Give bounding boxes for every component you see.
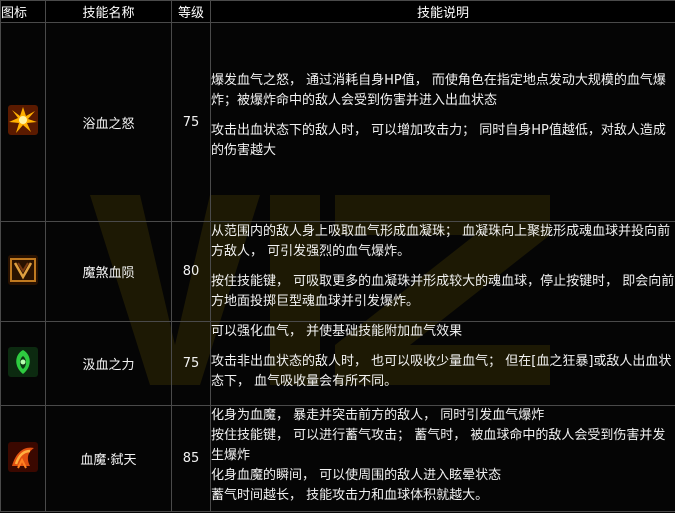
skill-name: 浴血之怒 — [45, 22, 172, 222]
table-row: 汲血之力 75 可以强化血气， 并使基础技能附加血气效果 攻击非出血状态的敌人时… — [0, 321, 675, 406]
explosion-burst-icon — [8, 105, 38, 135]
blood-crystal-icon — [8, 254, 38, 285]
header-description: 技能说明 — [210, 0, 675, 23]
table-row: 血魔·弑天 85 化身为血魔， 暴走并突击前方的敌人， 同时引发血气爆炸 按住技… — [0, 405, 675, 512]
skills-table: 图标 技能名称 等级 技能说明 浴血之怒 75 爆发血气之怒， 通过消耗自身HP… — [0, 0, 675, 512]
description-paragraph: 按住技能键， 可以进行蓄气攻击； 蓄气时， 被血球命中的敌人会受到伤害并发生爆炸 — [211, 428, 666, 463]
green-aura-icon — [8, 346, 38, 377]
table-row: 魔煞血陨 80 从范围内的敌人身上吸取血气形成血凝珠； 血凝珠向上聚拢形成魂血球… — [0, 221, 675, 322]
skill-description: 化身为血魔， 暴走并突击前方的敌人， 同时引发血气爆炸 按住技能键， 可以进行蓄… — [210, 405, 675, 512]
description-paragraph: 爆发血气之怒， 通过消耗自身HP值， 而使角色在指定地点发动大规模的血气爆炸；被… — [211, 73, 666, 108]
description-paragraph: 化身血魔的瞬间， 可以使周围的敌人进入眩晕状态 — [211, 468, 502, 483]
skill-name: 血魔·弑天 — [45, 405, 172, 512]
description-paragraph: 按住技能键， 可吸取更多的血凝珠并形成较大的魂血球，停止按键时， 即会向前方地面… — [211, 274, 675, 309]
blood-demon-icon — [8, 441, 38, 472]
description-paragraph: 蓄气时间越长， 技能攻击力和血球体积就越大。 — [211, 488, 489, 503]
header-skill-name: 技能名称 — [45, 0, 172, 23]
skill-name: 魔煞血陨 — [45, 221, 172, 322]
skill-description: 爆发血气之怒， 通过消耗自身HP值， 而使角色在指定地点发动大规模的血气爆炸；被… — [210, 22, 675, 222]
description-paragraph: 攻击出血状态下的敌人时， 可以增加攻击力； 同时自身HP值越低，对敌人造成的伤害… — [211, 123, 666, 158]
header-level: 等级 — [171, 0, 211, 23]
table-header-row: 图标 技能名称 等级 技能说明 — [0, 0, 675, 23]
skill-level: 85 — [171, 405, 211, 512]
description-paragraph: 化身为血魔， 暴走并突击前方的敌人， 同时引发血气爆炸 — [211, 408, 545, 423]
skill-level: 75 — [171, 321, 211, 406]
header-icon: 图标 — [0, 0, 46, 23]
description-paragraph: 攻击非出血状态的敌人时， 也可以吸收少量血气； 但在[血之狂暴]或敌人出血状态下… — [211, 354, 672, 389]
skill-level: 80 — [171, 221, 211, 322]
table-row: 浴血之怒 75 爆发血气之怒， 通过消耗自身HP值， 而使角色在指定地点发动大规… — [0, 22, 675, 222]
skill-description: 从范围内的敌人身上吸取血气形成血凝珠； 血凝珠向上聚拢形成魂血球并投向前方敌人，… — [210, 221, 675, 322]
description-paragraph: 可以强化血气， 并使基础技能附加血气效果 — [211, 324, 463, 339]
skill-description: 可以强化血气， 并使基础技能附加血气效果 攻击非出血状态的敌人时， 也可以吸收少… — [210, 321, 675, 406]
skill-level: 75 — [171, 22, 211, 222]
description-paragraph: 从范围内的敌人身上吸取血气形成血凝珠； 血凝珠向上聚拢形成魂血球并投向前方敌人，… — [211, 224, 671, 259]
skill-name: 汲血之力 — [45, 321, 172, 406]
